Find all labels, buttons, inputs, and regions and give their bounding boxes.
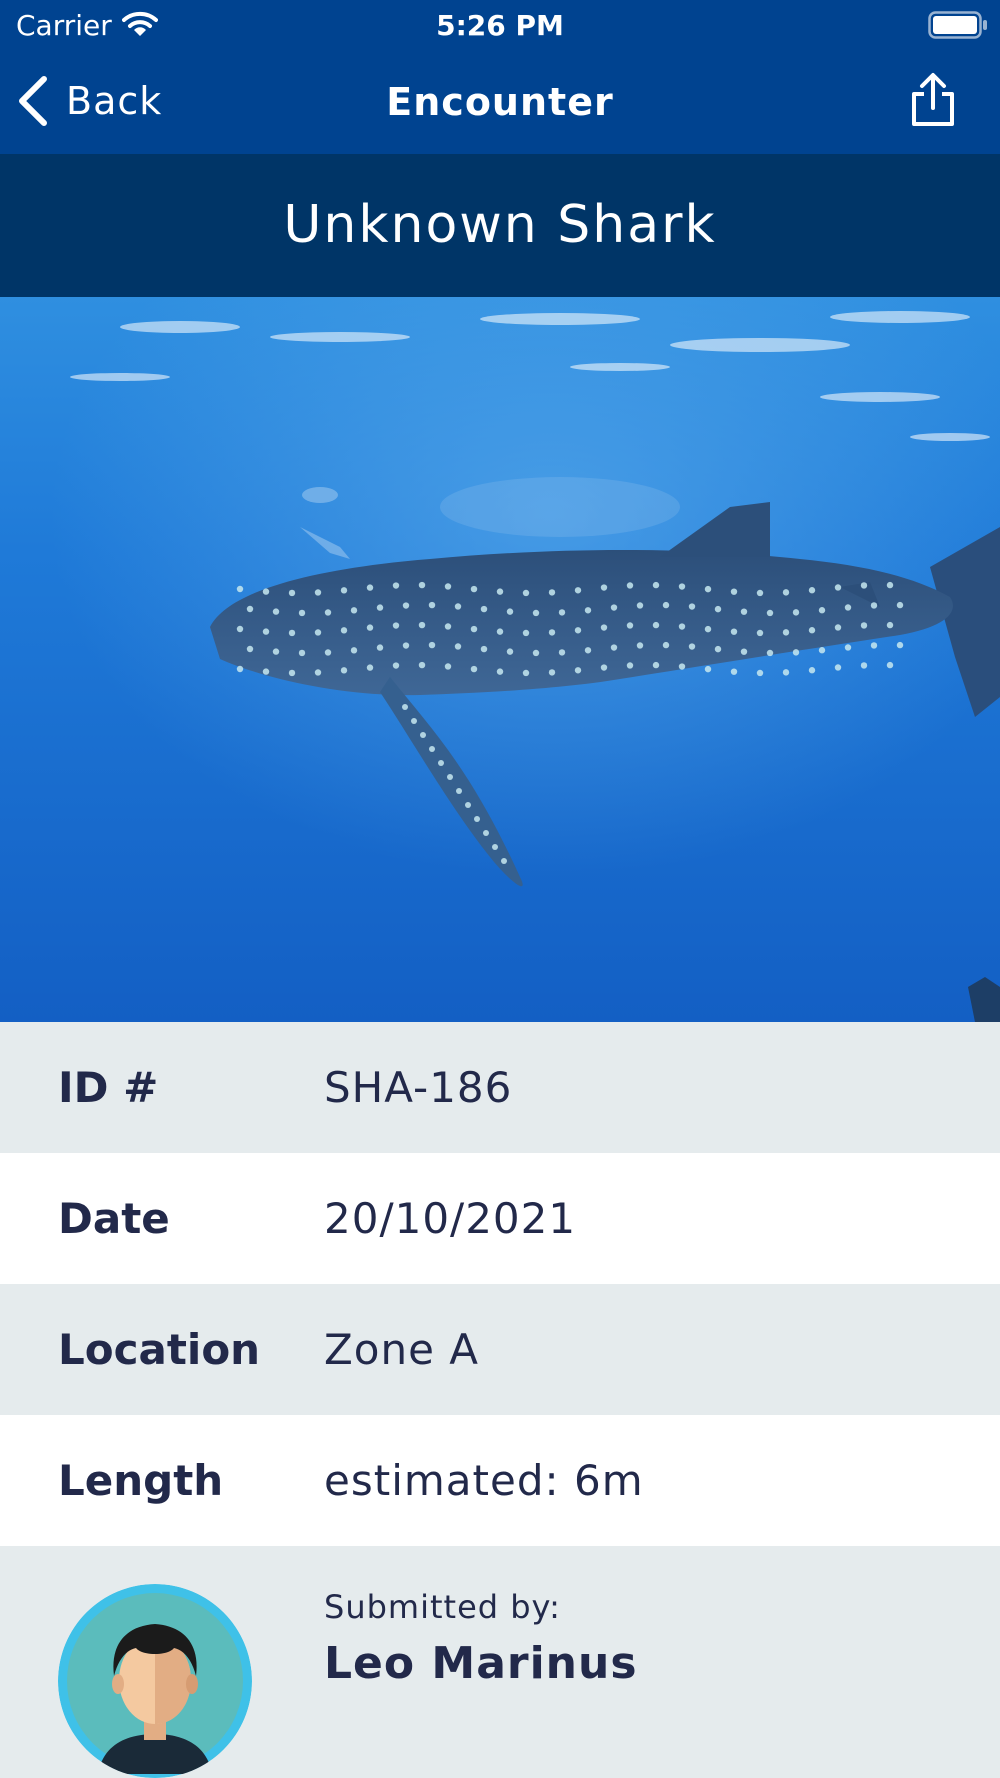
species-title: Unknown Shark	[0, 154, 1000, 297]
submitted-by-label: Submitted by:	[324, 1588, 561, 1626]
length-label: Length	[58, 1456, 224, 1505]
date-label: Date	[58, 1194, 170, 1243]
page-title: Encounter	[386, 80, 614, 124]
whale-shark-photo	[0, 297, 1000, 1022]
detail-row-location: Location Zone A	[0, 1284, 1000, 1415]
navigation-bar: Back Encounter	[0, 50, 1000, 154]
submitter-name: Leo Marinus	[324, 1638, 638, 1689]
status-bar: Carrier 5:26 PM	[0, 0, 1000, 50]
location-value: Zone A	[324, 1325, 480, 1374]
id-value: SHA-186	[324, 1063, 513, 1112]
clock: 5:26 PM	[436, 9, 564, 42]
id-label: ID #	[58, 1063, 159, 1112]
location-label: Location	[58, 1325, 261, 1374]
detail-row-length: Length estimated: 6m	[0, 1415, 1000, 1546]
share-icon[interactable]	[908, 72, 958, 128]
submitter-section: Submitted by: Leo Marinus	[0, 1546, 1000, 1778]
detail-row-id: ID # SHA-186	[0, 1022, 1000, 1153]
detail-row-date: Date 20/10/2021	[0, 1153, 1000, 1284]
length-value: estimated: 6m	[324, 1456, 644, 1505]
battery-icon	[928, 11, 987, 39]
date-value: 20/10/2021	[324, 1194, 577, 1243]
avatar[interactable]	[58, 1584, 252, 1778]
